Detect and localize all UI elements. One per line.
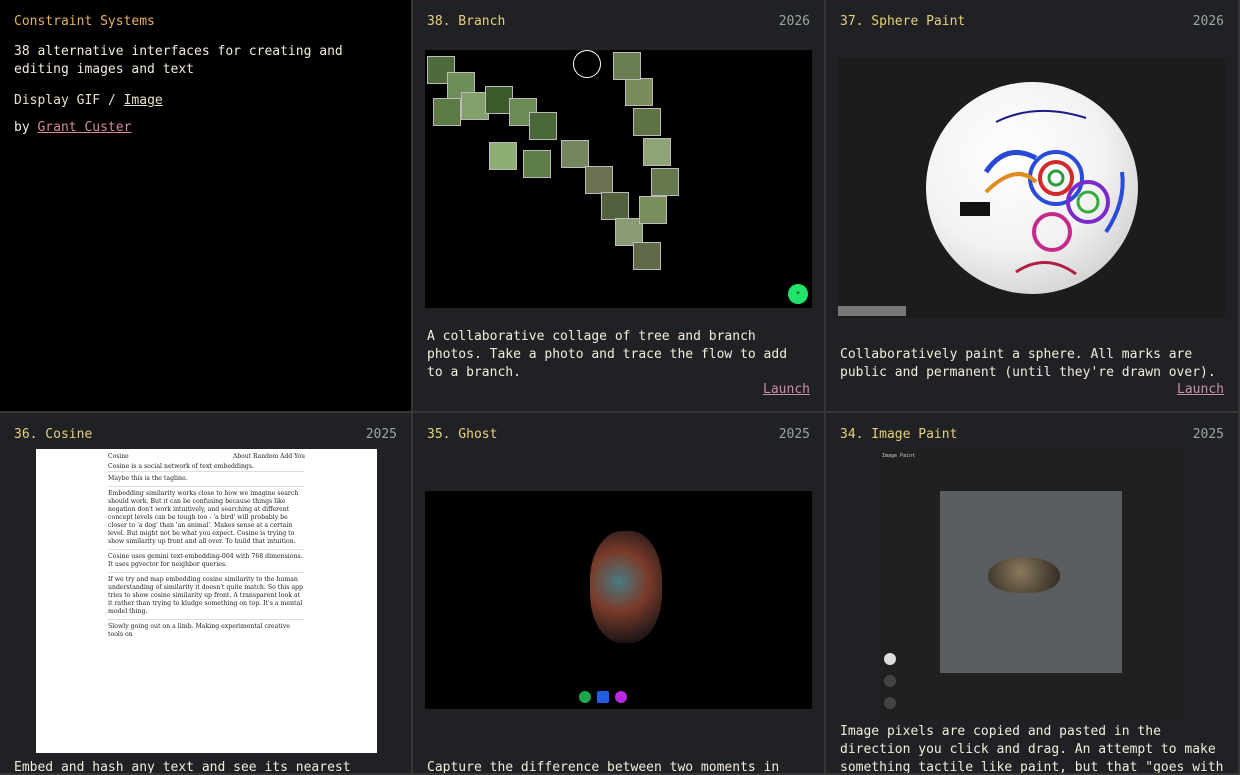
photo-tile	[523, 150, 551, 178]
ghost-controls	[579, 691, 627, 703]
card-year: 2026	[778, 14, 810, 29]
card-description: Capture the difference between two momen…	[427, 760, 780, 775]
mode-icon[interactable]	[615, 691, 627, 703]
paint-sphere[interactable]	[926, 82, 1138, 294]
site-tagline: 38 alternative interfaces for creating a…	[14, 44, 343, 77]
project-card-branch[interactable]: 38. Branch 2026 + A collaborative collag…	[413, 0, 826, 413]
brush-icon[interactable]	[884, 653, 896, 665]
launch-link[interactable]: Launch	[763, 382, 810, 397]
card-description: A collaborative collage of tree and bran…	[427, 329, 788, 380]
nav-add: Add	[280, 453, 293, 460]
intro-panel: Constraint Systems 38 alternative interf…	[0, 0, 413, 413]
card-year: 2025	[1192, 427, 1224, 442]
author-line: by Grant Custer	[14, 120, 397, 135]
project-grid: Constraint Systems 38 alternative interf…	[0, 0, 1240, 775]
cosine-feed: Cosine is a social network of text embed…	[108, 463, 304, 642]
card-description: Image pixels are copied and pasted in th…	[840, 724, 1224, 775]
cosine-nav: About Random Add You	[233, 453, 305, 460]
photo-tile	[601, 192, 629, 220]
launch-link[interactable]: Launch	[1177, 382, 1224, 397]
site-title[interactable]: Constraint Systems	[14, 14, 397, 29]
photo-tile	[639, 196, 667, 224]
turtle-image	[988, 557, 1060, 593]
display-separator: /	[107, 93, 116, 108]
cosine-header: Cosine About Random Add You	[36, 449, 377, 464]
color-swatch-icon[interactable]	[597, 691, 609, 703]
list-item: Embedding similarity works close to how …	[108, 486, 304, 549]
list-item: Cosine uses gemini text-embedding-004 wi…	[108, 549, 304, 572]
nav-random: Random	[252, 453, 279, 460]
sphere-marks	[960, 109, 1125, 276]
photo-tile	[585, 166, 613, 194]
display-toggle: Display GIF / Image	[14, 93, 397, 108]
photo-tile	[613, 52, 641, 80]
card-year: 2025	[365, 427, 397, 442]
card-year: 2026	[1192, 14, 1224, 29]
cosine-app-name: Cosine	[108, 453, 129, 460]
photo-tile	[529, 112, 557, 140]
card-description: Embed and hash any text and see its near…	[14, 760, 351, 775]
photo-tile	[643, 138, 671, 166]
add-photo-button[interactable]: +	[788, 284, 808, 304]
display-gif-option[interactable]: GIF	[77, 93, 100, 108]
branch-preview[interactable]: +	[425, 50, 812, 308]
list-item: If we try and map embedding cosine simil…	[108, 572, 304, 619]
list-item: Maybe this is the tagline.	[108, 471, 304, 486]
card-title[interactable]: 35. Ghost	[427, 427, 497, 442]
ghost-face-image	[590, 531, 662, 643]
project-card-image-paint[interactable]: 34. Image Paint 2025 Image Paint Image p…	[826, 413, 1240, 775]
photo-tile	[633, 108, 661, 136]
nav-you: You	[294, 453, 305, 460]
by-label: by	[14, 120, 30, 135]
sphere-status-bar	[838, 306, 906, 316]
cosine-preview[interactable]: Cosine About Random Add You Cosine is a …	[36, 449, 377, 753]
image-paint-preview[interactable]: Image Paint	[878, 449, 1184, 717]
photo-tile	[633, 242, 661, 270]
photo-tile	[625, 78, 653, 106]
photo-tile	[489, 142, 517, 170]
image-paint-label: Image Paint	[882, 453, 916, 459]
record-icon[interactable]	[579, 691, 591, 703]
add-icon[interactable]	[884, 697, 896, 709]
photo-tile	[433, 98, 461, 126]
photo-tile	[651, 168, 679, 196]
project-card-sphere-paint[interactable]: 37. Sphere Paint 2026 Collaboratively pa…	[826, 0, 1240, 413]
card-title[interactable]: 38. Branch	[427, 14, 505, 29]
cosine-intro: Cosine is a social network of text embed…	[108, 463, 255, 470]
display-label: Display	[14, 93, 69, 108]
cursor-ring-icon	[573, 50, 601, 78]
card-title[interactable]: 34. Image Paint	[840, 427, 957, 442]
card-title[interactable]: 37. Sphere Paint	[840, 14, 965, 29]
card-description: Collaboratively paint a sphere. All mark…	[840, 347, 1216, 380]
turtle-photo[interactable]	[940, 491, 1122, 673]
ghost-preview[interactable]	[425, 491, 812, 709]
eraser-icon[interactable]	[884, 675, 896, 687]
card-title[interactable]: 36. Cosine	[14, 427, 92, 442]
nav-about: About	[232, 453, 252, 460]
card-year: 2025	[778, 427, 810, 442]
list-item: Slowly going out on a limb. Making exper…	[108, 619, 304, 642]
author-link[interactable]: Grant Custer	[37, 120, 131, 135]
sphere-preview[interactable]	[838, 58, 1225, 318]
project-card-cosine[interactable]: 36. Cosine 2025 Cosine About Random Add …	[0, 413, 413, 775]
display-image-option[interactable]: Image	[124, 93, 163, 108]
photo-tile	[561, 140, 589, 168]
project-card-ghost[interactable]: 35. Ghost 2025 Capture the difference be…	[413, 413, 826, 775]
